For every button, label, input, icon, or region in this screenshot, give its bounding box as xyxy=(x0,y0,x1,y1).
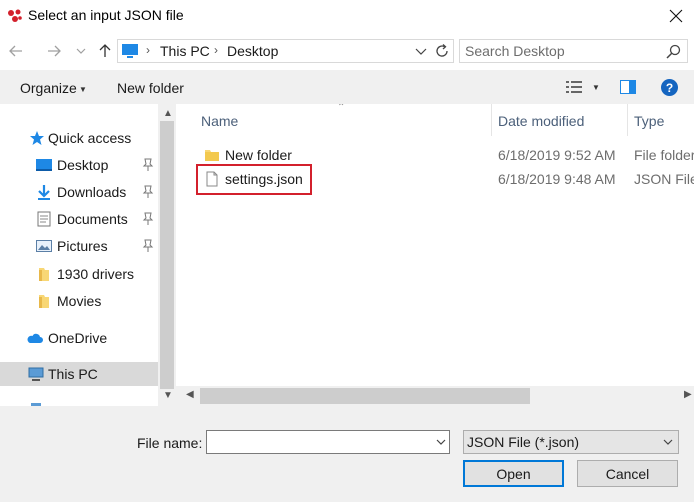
horizontal-scrollbar[interactable]: ◀ ▶ xyxy=(176,386,694,406)
arrow-right-icon xyxy=(48,45,61,57)
column-divider[interactable] xyxy=(491,104,492,136)
scrollbar-thumb[interactable] xyxy=(160,121,174,389)
scrollbar-thumb[interactable] xyxy=(200,388,530,404)
arrow-up-icon xyxy=(99,44,111,57)
organize-button[interactable]: Organize xyxy=(20,80,77,96)
dialog-footer: File name: JSON File (*.json) Open Cance… xyxy=(0,406,694,502)
star-icon xyxy=(30,131,44,145)
nav-item-label: Movies xyxy=(57,293,102,309)
nav-item-label: This PC xyxy=(48,366,98,382)
pin-icon[interactable] xyxy=(142,158,154,172)
nav-item-label: 1930 drivers xyxy=(57,266,135,282)
chevron-down-icon[interactable] xyxy=(662,436,674,448)
breadcrumb-desktop[interactable]: Desktop xyxy=(227,43,278,59)
command-bar: Organize ▼ New folder ▼ ? xyxy=(0,70,694,104)
up-button[interactable] xyxy=(94,40,116,62)
nav-item-label: Documents xyxy=(57,211,128,227)
scroll-up-icon[interactable]: ▲ xyxy=(163,108,173,119)
scroll-down-icon[interactable]: ▼ xyxy=(163,390,173,401)
preview-pane-icon[interactable] xyxy=(620,80,636,94)
file-type-value: JSON File (*.json) xyxy=(467,434,580,450)
back-button[interactable] xyxy=(5,40,27,62)
column-header-date-modified[interactable]: Date modified xyxy=(498,113,584,129)
nav-item-label: Downloads xyxy=(57,184,127,200)
nav-item-onedrive[interactable]: OneDrive xyxy=(0,326,158,350)
pin-icon[interactable] xyxy=(142,185,154,199)
nav-item-movies[interactable]: Movies xyxy=(0,289,158,313)
file-date: 6/18/2019 9:52 AM xyxy=(498,147,616,163)
nav-item-network[interactable] xyxy=(0,396,158,406)
nav-item-label: Quick access xyxy=(48,130,132,146)
search-input[interactable] xyxy=(465,42,660,60)
folder-icon xyxy=(39,295,49,308)
nav-item-quick-access[interactable]: Quick access xyxy=(0,126,158,150)
window-title: Select an input JSON file xyxy=(28,7,184,23)
sort-ascending-icon: ⌃ xyxy=(337,104,346,113)
nav-item-label: OneDrive xyxy=(48,330,108,346)
close-button[interactable] xyxy=(660,2,692,30)
forward-button[interactable] xyxy=(43,40,65,62)
file-type-select[interactable]: JSON File (*.json) xyxy=(463,430,679,454)
breadcrumb-this-pc[interactable]: This PC xyxy=(160,43,210,59)
breadcrumb-separator: › xyxy=(214,43,218,57)
column-header-type[interactable]: Type xyxy=(634,113,664,129)
file-name: New folder xyxy=(225,147,292,163)
new-folder-button[interactable]: New folder xyxy=(117,80,184,96)
this-pc-icon xyxy=(122,44,138,58)
pictures-icon xyxy=(36,240,52,252)
view-details-icon[interactable] xyxy=(566,80,582,94)
file-name-combo[interactable] xyxy=(206,430,450,454)
nav-item-1930-drivers[interactable]: 1930 drivers xyxy=(0,262,158,286)
recent-locations-button[interactable] xyxy=(70,40,92,62)
nav-item-label: Desktop xyxy=(57,157,109,173)
documents-icon xyxy=(37,211,51,227)
column-divider[interactable] xyxy=(627,104,628,136)
nav-item-documents[interactable]: Documents xyxy=(0,207,158,231)
title-bar: Select an input JSON file xyxy=(0,0,694,32)
chevron-down-icon xyxy=(76,48,86,54)
cancel-button[interactable]: Cancel xyxy=(577,460,678,487)
nav-item-this-pc[interactable]: This PC xyxy=(0,362,158,386)
file-name-label: File name: xyxy=(137,435,203,451)
navigation-pane: Quick access Desktop Downloads Documents… xyxy=(0,104,158,406)
arrow-left-icon xyxy=(9,45,22,57)
refresh-icon[interactable] xyxy=(434,43,450,59)
address-bar[interactable]: › This PC › Desktop xyxy=(117,39,454,63)
caret-down-icon: ▼ xyxy=(79,85,87,94)
scroll-left-icon[interactable]: ◀ xyxy=(186,389,194,400)
nav-item-downloads[interactable]: Downloads xyxy=(0,180,158,204)
app-logo-icon xyxy=(8,9,22,22)
file-date: 6/18/2019 9:48 AM xyxy=(498,171,616,187)
desktop-icon xyxy=(36,159,52,171)
pin-icon[interactable] xyxy=(142,212,154,226)
download-icon xyxy=(38,185,50,200)
highlight-box xyxy=(196,164,312,195)
search-box[interactable] xyxy=(459,39,688,63)
open-button[interactable]: Open xyxy=(463,460,564,487)
file-list: ⌃ Name Date modified Type New folder 6/1… xyxy=(176,104,694,406)
nav-item-label: Pictures xyxy=(57,238,108,254)
file-type: JSON File xyxy=(634,171,694,187)
folder-icon xyxy=(39,268,49,281)
search-icon[interactable] xyxy=(666,44,681,59)
scroll-right-icon[interactable]: ▶ xyxy=(684,389,692,400)
help-icon[interactable]: ? xyxy=(661,79,678,96)
chevron-down-icon[interactable] xyxy=(414,44,428,58)
pin-icon[interactable] xyxy=(142,239,154,253)
column-header-name[interactable]: Name xyxy=(201,113,238,129)
breadcrumb-separator: › xyxy=(146,43,150,57)
nav-scrollbar[interactable]: ▲ ▼ xyxy=(158,104,176,406)
file-type: File folder xyxy=(634,147,694,163)
cloud-icon xyxy=(27,333,43,343)
caret-down-icon[interactable]: ▼ xyxy=(592,83,600,92)
chevron-down-icon[interactable] xyxy=(435,436,447,448)
this-pc-icon xyxy=(28,367,44,381)
folder-icon xyxy=(205,150,219,161)
nav-item-pictures[interactable]: Pictures xyxy=(0,234,158,258)
nav-item-desktop[interactable]: Desktop xyxy=(0,153,158,177)
file-name-input[interactable] xyxy=(210,433,432,451)
close-icon xyxy=(669,9,683,23)
